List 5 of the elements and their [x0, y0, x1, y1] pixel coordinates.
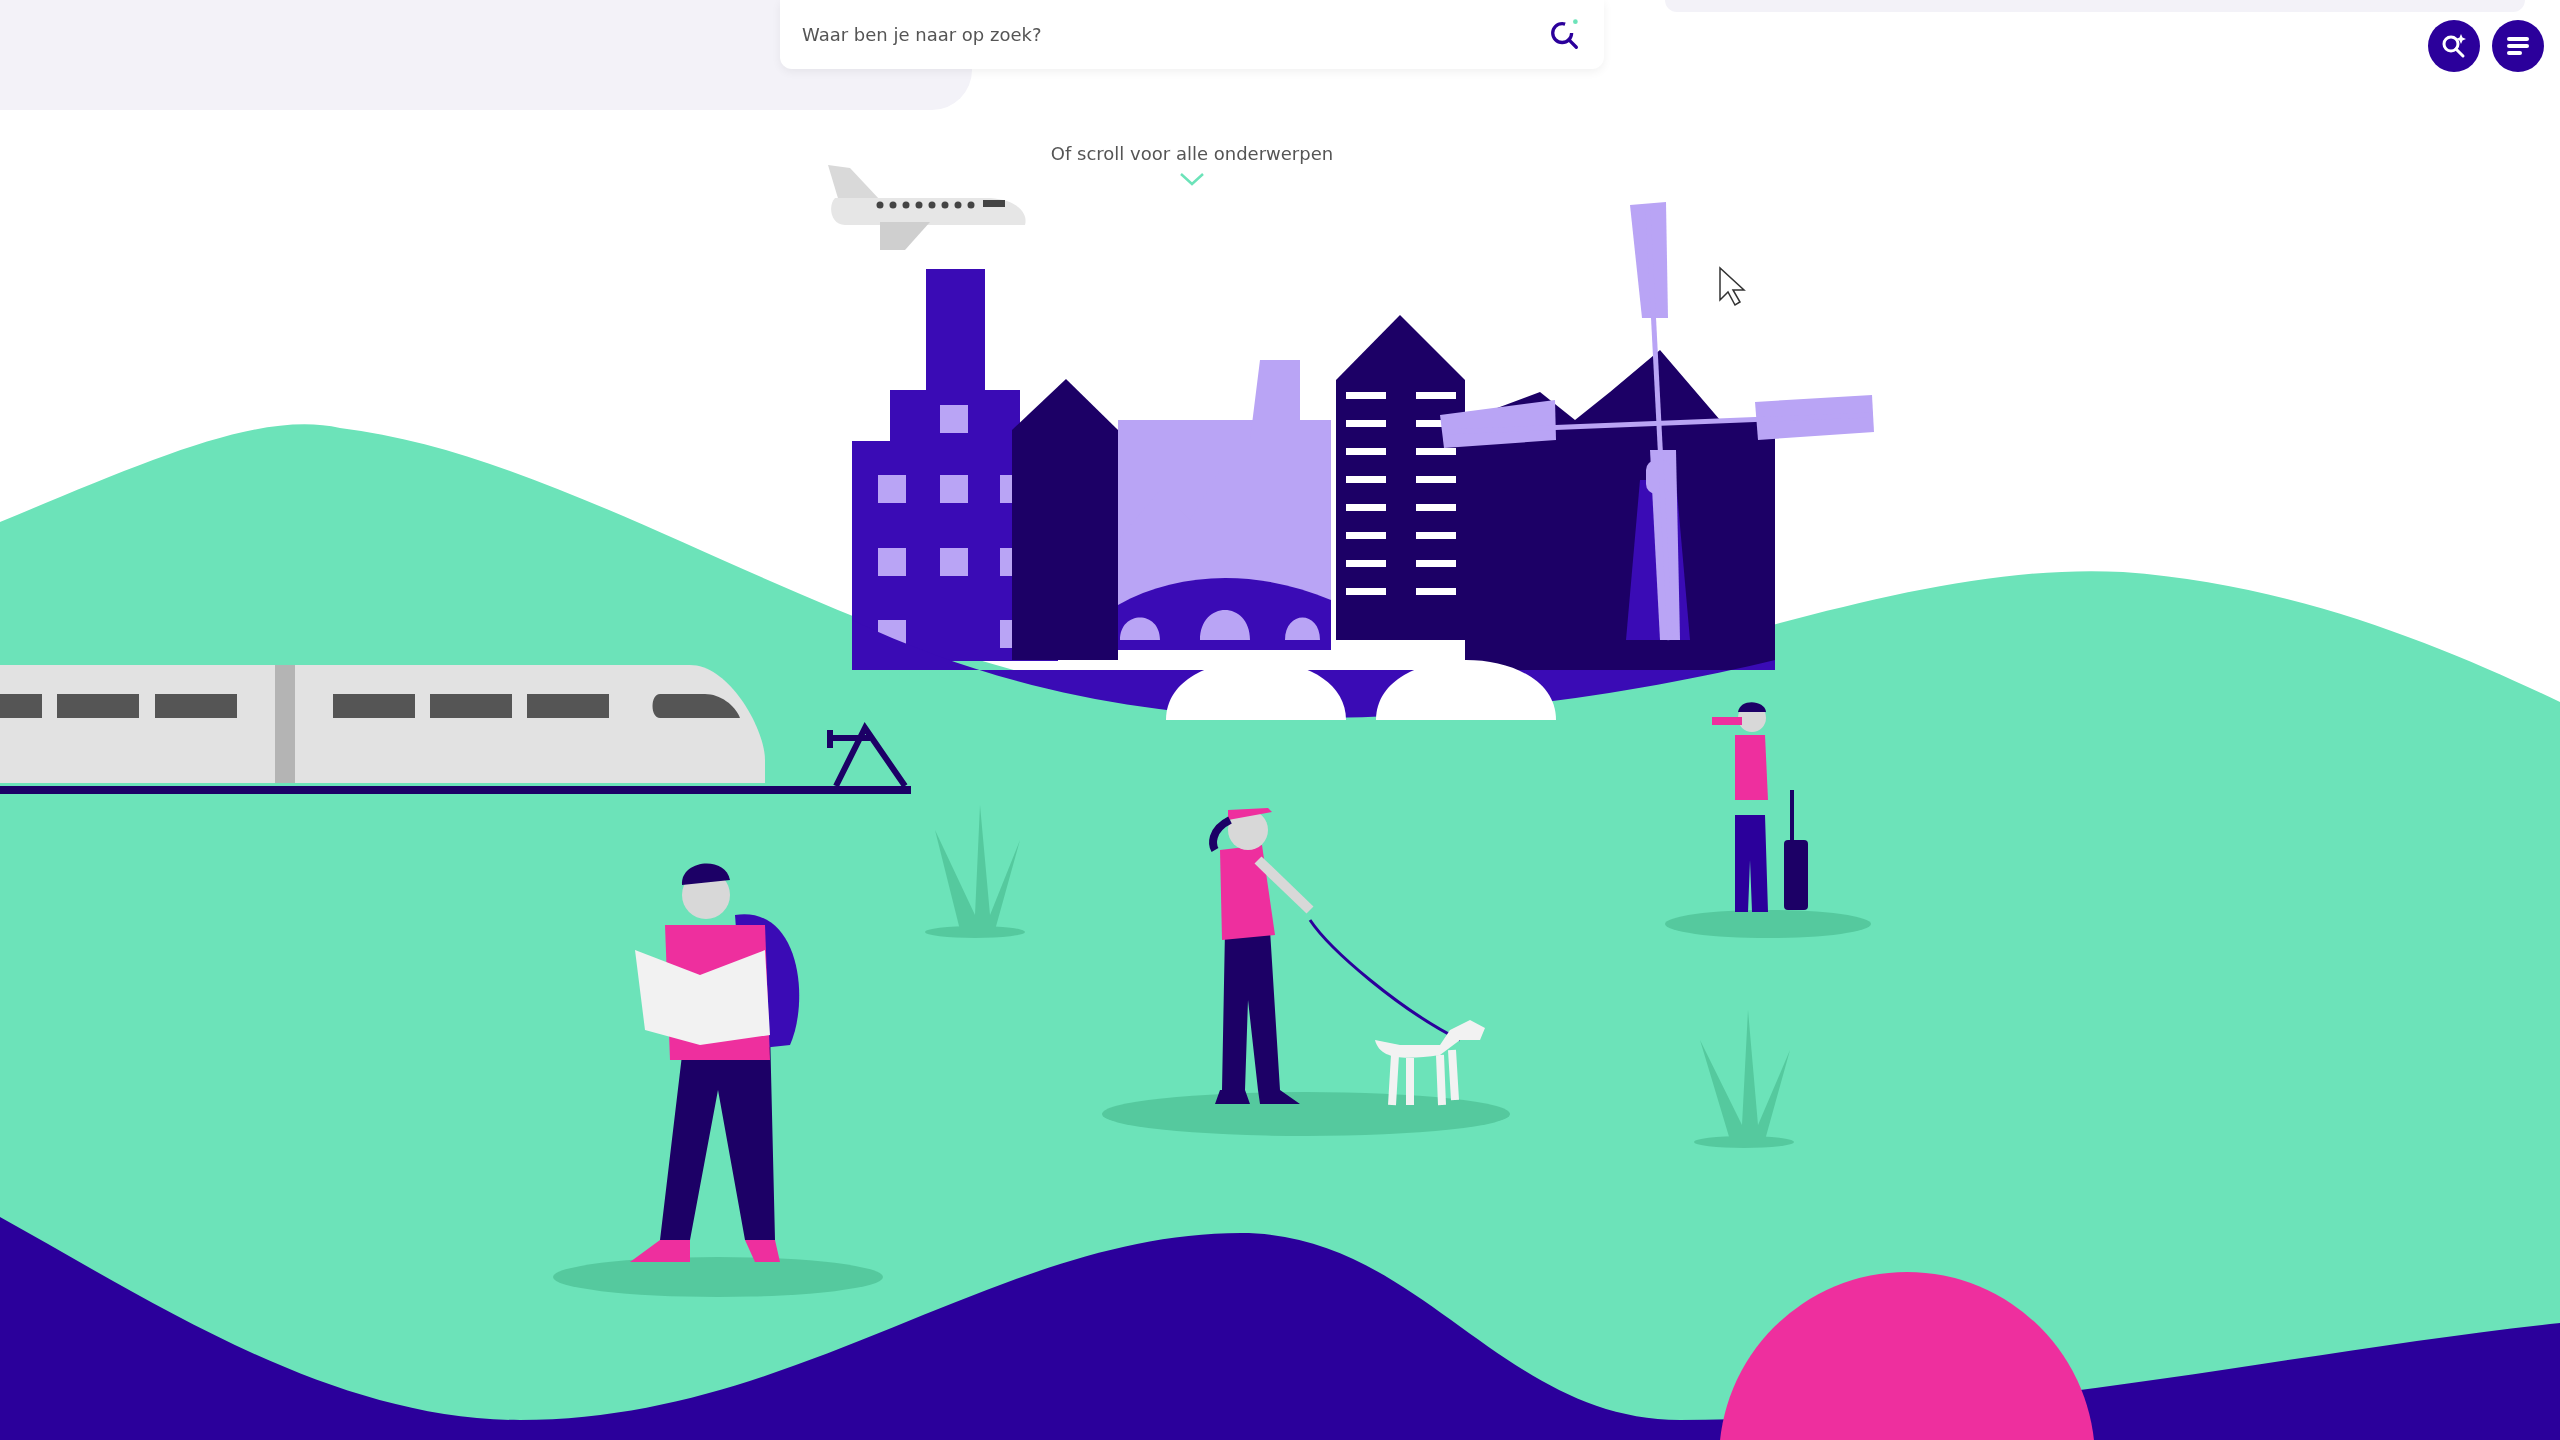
pointer-icon [1719, 266, 1746, 307]
scroll-hint: Of scroll voor alle onderwerpen [1050, 143, 1334, 164]
search-field[interactable]: Waar ben je naar op zoek? [780, 0, 1604, 69]
menu-button[interactable] [2492, 20, 2544, 72]
search-button[interactable] [2428, 20, 2480, 72]
